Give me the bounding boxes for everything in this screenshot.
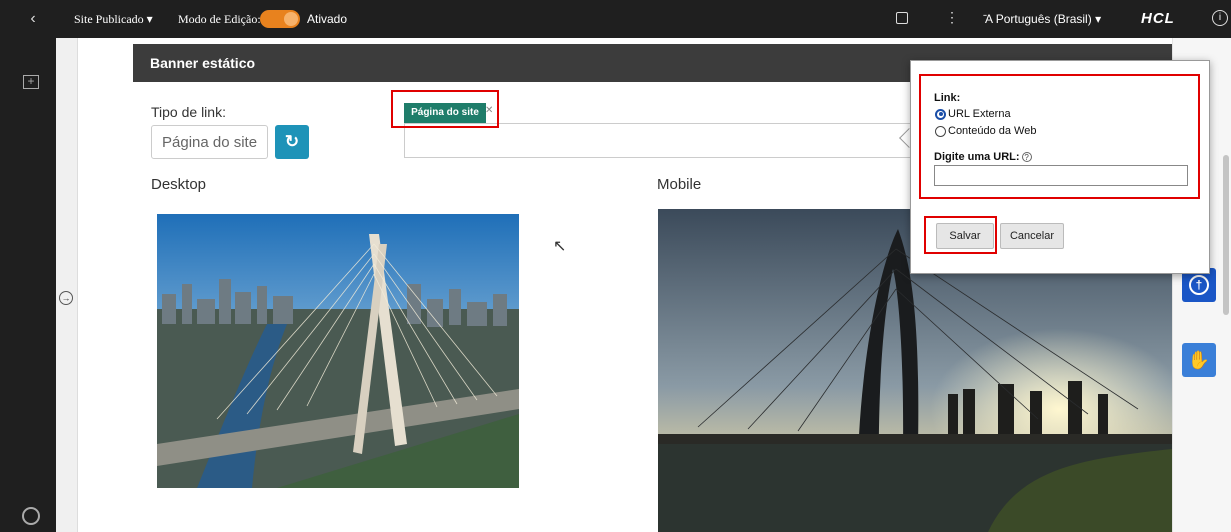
refresh-icon[interactable]: ↻ (275, 125, 309, 159)
help-lifebuoy-icon[interactable] (22, 507, 40, 525)
collapse-gutter: → (56, 38, 78, 532)
left-sidebar: + (0, 38, 56, 532)
site-status-dropdown[interactable]: Site Publicado ▾ (74, 12, 153, 27)
language-label: Português (Brasil) (995, 12, 1092, 26)
highlight-box (391, 90, 499, 128)
site-status-label: Site Publicado (74, 12, 144, 26)
link-type-button[interactable]: Página do site (151, 125, 268, 159)
cancel-button[interactable]: Cancelar (1000, 223, 1064, 249)
toggle-knob (284, 12, 298, 26)
add-content-icon[interactable]: + (23, 75, 39, 89)
sign-language-button[interactable]: ✋ (1182, 343, 1216, 377)
desktop-banner-image[interactable] (157, 214, 519, 488)
panel-icon[interactable] (896, 12, 908, 24)
highlight-box (919, 74, 1200, 199)
highlight-box (924, 216, 997, 254)
more-vert-icon[interactable]: ⋮ (945, 9, 959, 26)
info-icon[interactable]: i (1212, 10, 1228, 26)
chevron-left-icon[interactable]: ‹ (0, 0, 66, 38)
link-input[interactable] (404, 123, 914, 158)
edit-mode-toggle[interactable] (260, 10, 300, 28)
top-toolbar: ‹ Site Publicado ▾ Modo de Edição: Ativa… (0, 0, 1231, 38)
translate-icon: ̄A (985, 12, 993, 26)
accessibility-icon: † (1189, 275, 1209, 295)
desktop-label: Desktop (151, 176, 207, 193)
edit-mode-state: Ativado (307, 12, 348, 26)
mouse-cursor-icon: ↖ (553, 238, 567, 255)
scrollbar-thumb[interactable] (1223, 155, 1229, 315)
expand-arrow-icon[interactable]: → (59, 291, 73, 305)
hand-icon: ✋ (1187, 350, 1211, 370)
link-type-label: Tipo de link: (151, 104, 226, 120)
language-selector[interactable]: ̄A Português (Brasil) ▾ (985, 12, 1101, 26)
brand-logo: HCL (1141, 10, 1175, 27)
edit-mode-label: Modo de Edição: (178, 12, 261, 26)
mobile-label: Mobile (657, 176, 702, 193)
